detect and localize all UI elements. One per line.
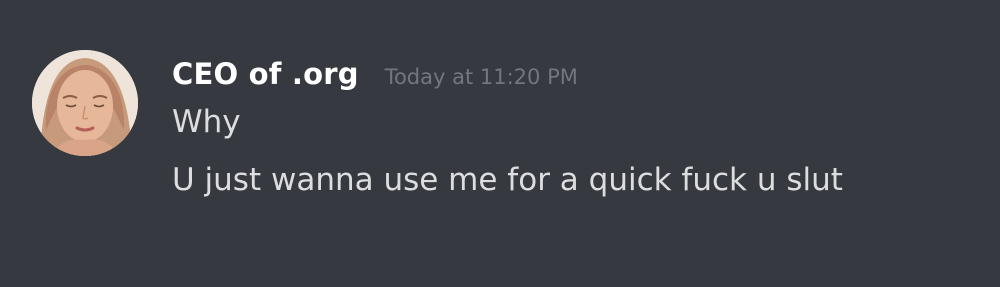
message-line: U just wanna use me for a quick fuck u s… — [172, 162, 843, 198]
message: CEO of .org Today at 11:20 PM Why U just… — [172, 57, 843, 196]
author-name[interactable]: CEO of .org — [172, 57, 359, 91]
chat-message-area: CEO of .org Today at 11:20 PM Why U just… — [0, 0, 1000, 287]
message-line: Why — [172, 104, 241, 140]
avatar[interactable] — [32, 50, 138, 156]
avatar-photo-icon — [32, 50, 138, 156]
timestamp: Today at 11:20 PM — [384, 65, 578, 89]
message-header: CEO of .org Today at 11:20 PM — [172, 57, 843, 91]
